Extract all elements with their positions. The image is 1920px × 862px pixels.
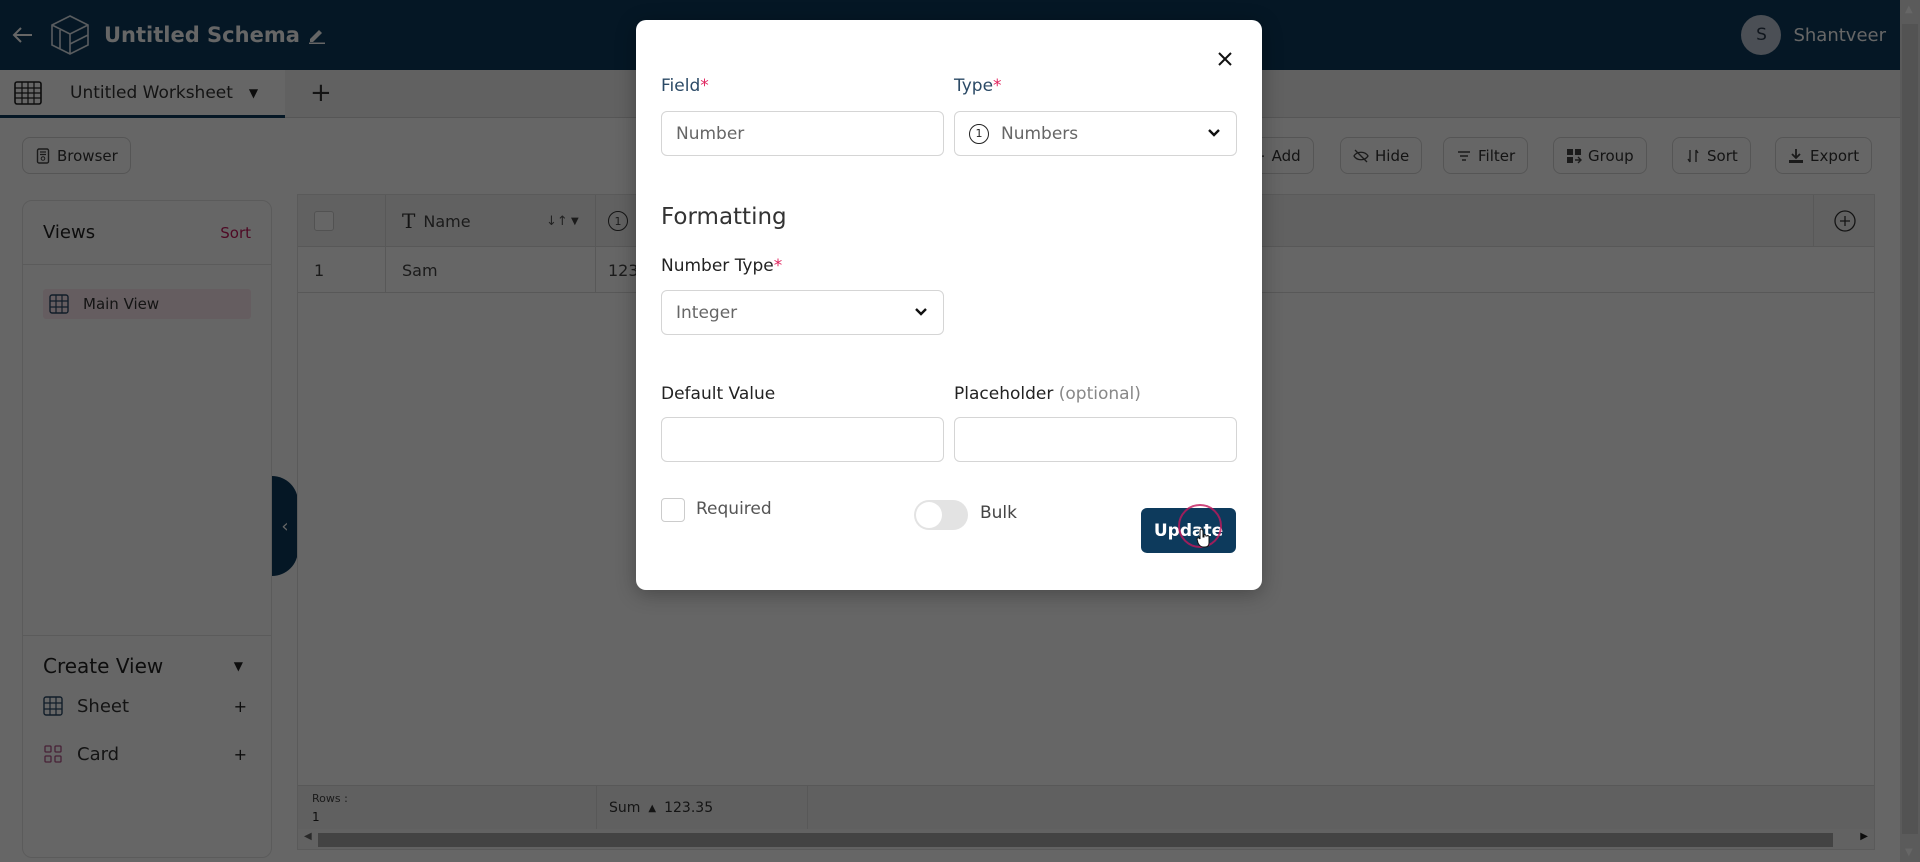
close-button[interactable]	[1212, 46, 1238, 72]
chevron-down-icon	[915, 308, 927, 316]
required-checkbox[interactable]	[661, 498, 685, 522]
required-marker: *	[993, 76, 1002, 96]
placeholder-label: Placeholder (optional)	[954, 384, 1141, 404]
type-label-text: Type	[954, 76, 994, 96]
optional-hint: (optional)	[1058, 384, 1141, 404]
toggle-knob	[916, 502, 942, 528]
required-label: Required	[696, 499, 772, 519]
field-label: Field*	[661, 76, 709, 96]
number-type-select[interactable]: Integer	[661, 290, 944, 335]
default-value-input[interactable]	[661, 417, 944, 462]
bulk-label: Bulk	[980, 503, 1018, 523]
type-select-value: Numbers	[1001, 123, 1079, 144]
type-label: Type*	[954, 76, 1002, 96]
number-type-label: Number Type*	[661, 256, 782, 276]
number-type-label-text: Number Type	[661, 256, 774, 276]
type-select[interactable]: 1 Numbers	[954, 111, 1237, 156]
edit-field-modal: Field* Number Type* 1 Numbers Formatting…	[636, 20, 1262, 590]
default-value-label: Default Value	[661, 384, 776, 404]
number-type-value: Integer	[676, 302, 738, 323]
field-label-text: Field	[661, 76, 701, 96]
placeholder-label-text: Placeholder	[954, 384, 1054, 404]
field-name-value: Number	[676, 123, 745, 144]
hand-cursor-icon	[1196, 528, 1210, 548]
required-marker: *	[700, 76, 709, 96]
field-name-input[interactable]: Number	[661, 111, 944, 156]
number-type-icon: 1	[969, 123, 989, 144]
chevron-down-icon	[1208, 129, 1220, 137]
bulk-toggle[interactable]	[914, 500, 968, 530]
close-icon	[1218, 52, 1232, 66]
required-marker: *	[773, 256, 783, 276]
placeholder-input[interactable]	[954, 417, 1237, 462]
formatting-heading: Formatting	[661, 204, 787, 230]
